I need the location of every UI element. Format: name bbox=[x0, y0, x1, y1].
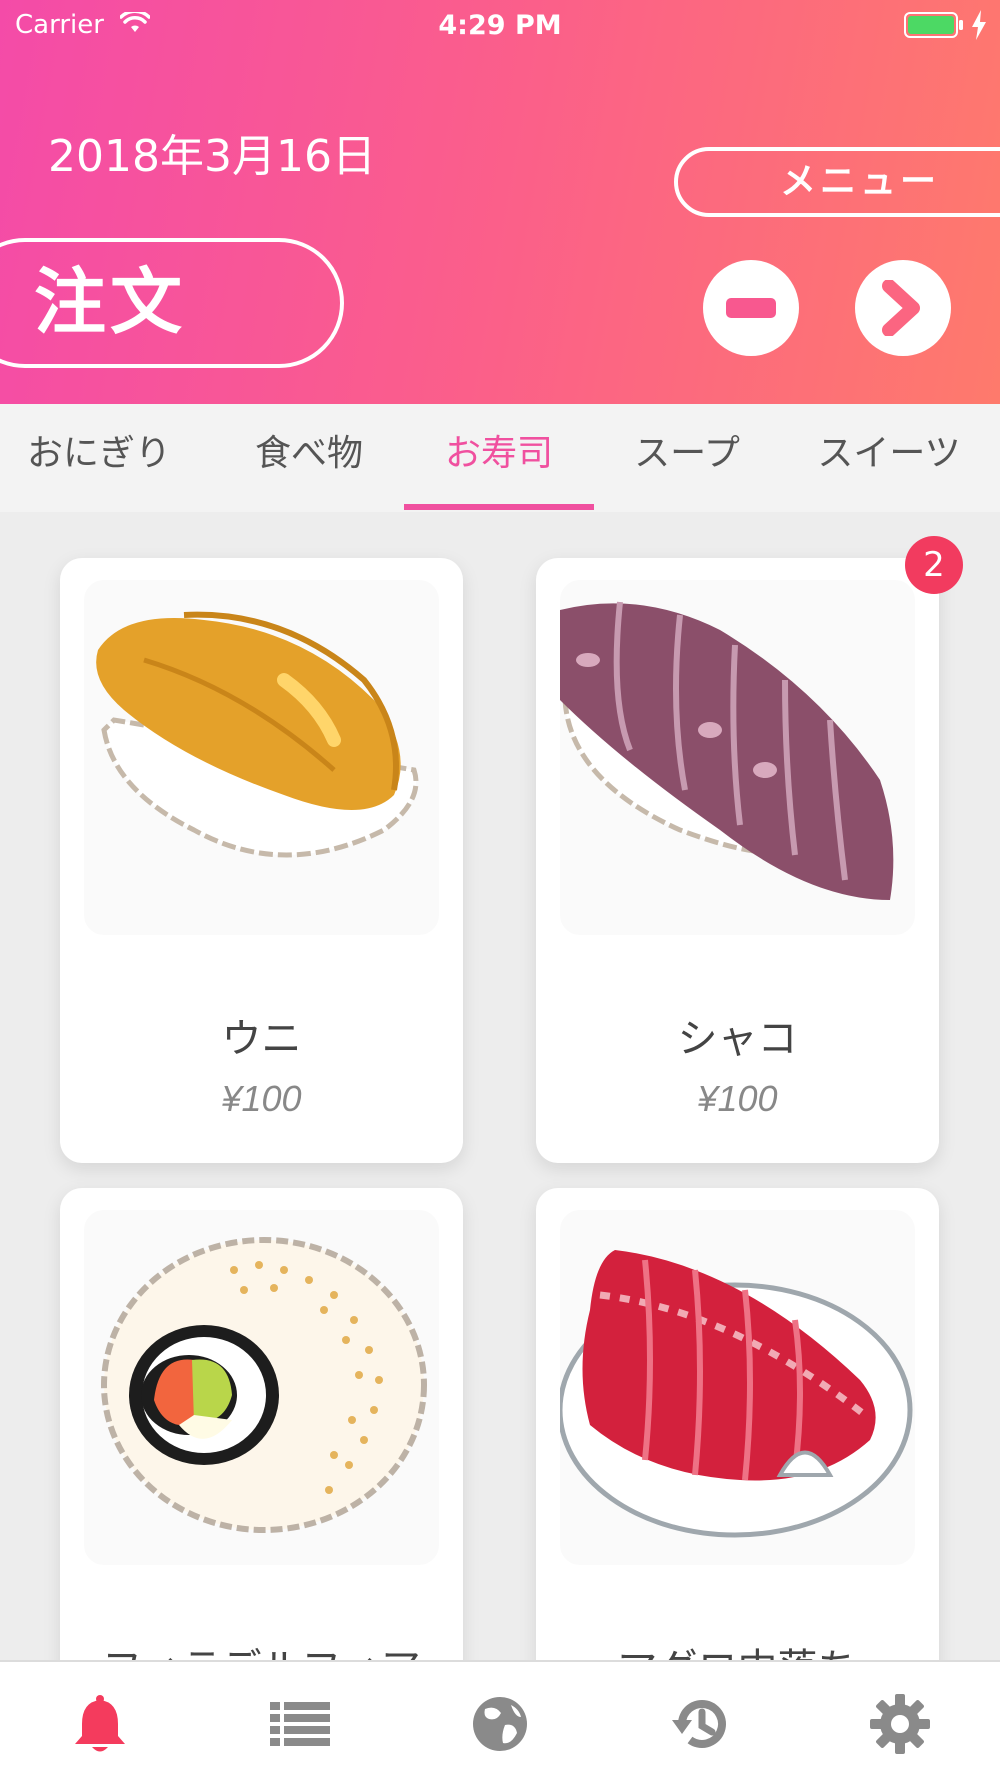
category-tabs: おにぎり 食べ物 お寿司 スープ スイーツ bbox=[0, 404, 1000, 512]
tab-osushi[interactable]: お寿司 bbox=[404, 404, 594, 504]
header: Carrier 4:29 PM 2018年3月16日 メニュー 注文 bbox=[0, 0, 1000, 404]
order-title: 注文 bbox=[0, 238, 344, 368]
menu-item-card[interactable]: シャコ ¥100 bbox=[536, 558, 939, 1163]
chevron-right-icon bbox=[882, 280, 920, 336]
tab-list[interactable] bbox=[260, 1684, 340, 1764]
item-price: ¥100 bbox=[697, 1078, 778, 1119]
tab-notifications[interactable] bbox=[60, 1684, 140, 1764]
charging-bolt-icon bbox=[972, 10, 986, 40]
tab-onigiri[interactable]: おにぎり bbox=[4, 404, 194, 504]
item-name: シャコ bbox=[677, 1016, 798, 1062]
battery-icon bbox=[904, 12, 963, 38]
menu-item-card[interactable]: ウニ ¥100 bbox=[60, 558, 463, 1163]
tab-sweets[interactable]: スイーツ bbox=[794, 404, 984, 504]
minus-button[interactable] bbox=[703, 260, 799, 356]
menu-item-card[interactable]: フィラデルフィア bbox=[60, 1188, 463, 1692]
tab-settings[interactable] bbox=[860, 1684, 940, 1764]
active-tab-indicator bbox=[404, 504, 594, 510]
philadelphia-roll-illustration bbox=[84, 1210, 439, 1565]
minus-icon bbox=[726, 298, 776, 318]
menu-button[interactable]: メニュー bbox=[674, 147, 1000, 217]
menu-item-card[interactable]: マグロ中落ち bbox=[536, 1188, 939, 1692]
settings-icon bbox=[870, 1694, 930, 1754]
tab-globe[interactable] bbox=[460, 1684, 540, 1764]
tab-soup[interactable]: スープ bbox=[592, 404, 782, 504]
bottom-tab-bar bbox=[0, 1660, 1000, 1778]
item-name: ウニ bbox=[221, 1016, 302, 1062]
maguro-nakaochi-illustration bbox=[560, 1210, 915, 1565]
tab-tabemono[interactable]: 食べ物 bbox=[214, 404, 404, 504]
bell-icon bbox=[75, 1695, 125, 1752]
shako-sushi-illustration bbox=[560, 580, 915, 935]
status-bar: Carrier 4:29 PM bbox=[0, 0, 1000, 50]
list-icon bbox=[270, 1702, 330, 1746]
uni-sushi-illustration bbox=[84, 580, 439, 935]
next-button[interactable] bbox=[855, 260, 951, 356]
quantity-badge: 2 bbox=[905, 536, 963, 594]
item-price: ¥100 bbox=[221, 1078, 302, 1119]
tab-history[interactable] bbox=[660, 1684, 740, 1764]
status-time: 4:29 PM bbox=[438, 10, 562, 41]
globe-icon bbox=[473, 1697, 527, 1751]
history-icon bbox=[672, 1700, 726, 1748]
order-date: 2018年3月16日 bbox=[48, 131, 376, 182]
